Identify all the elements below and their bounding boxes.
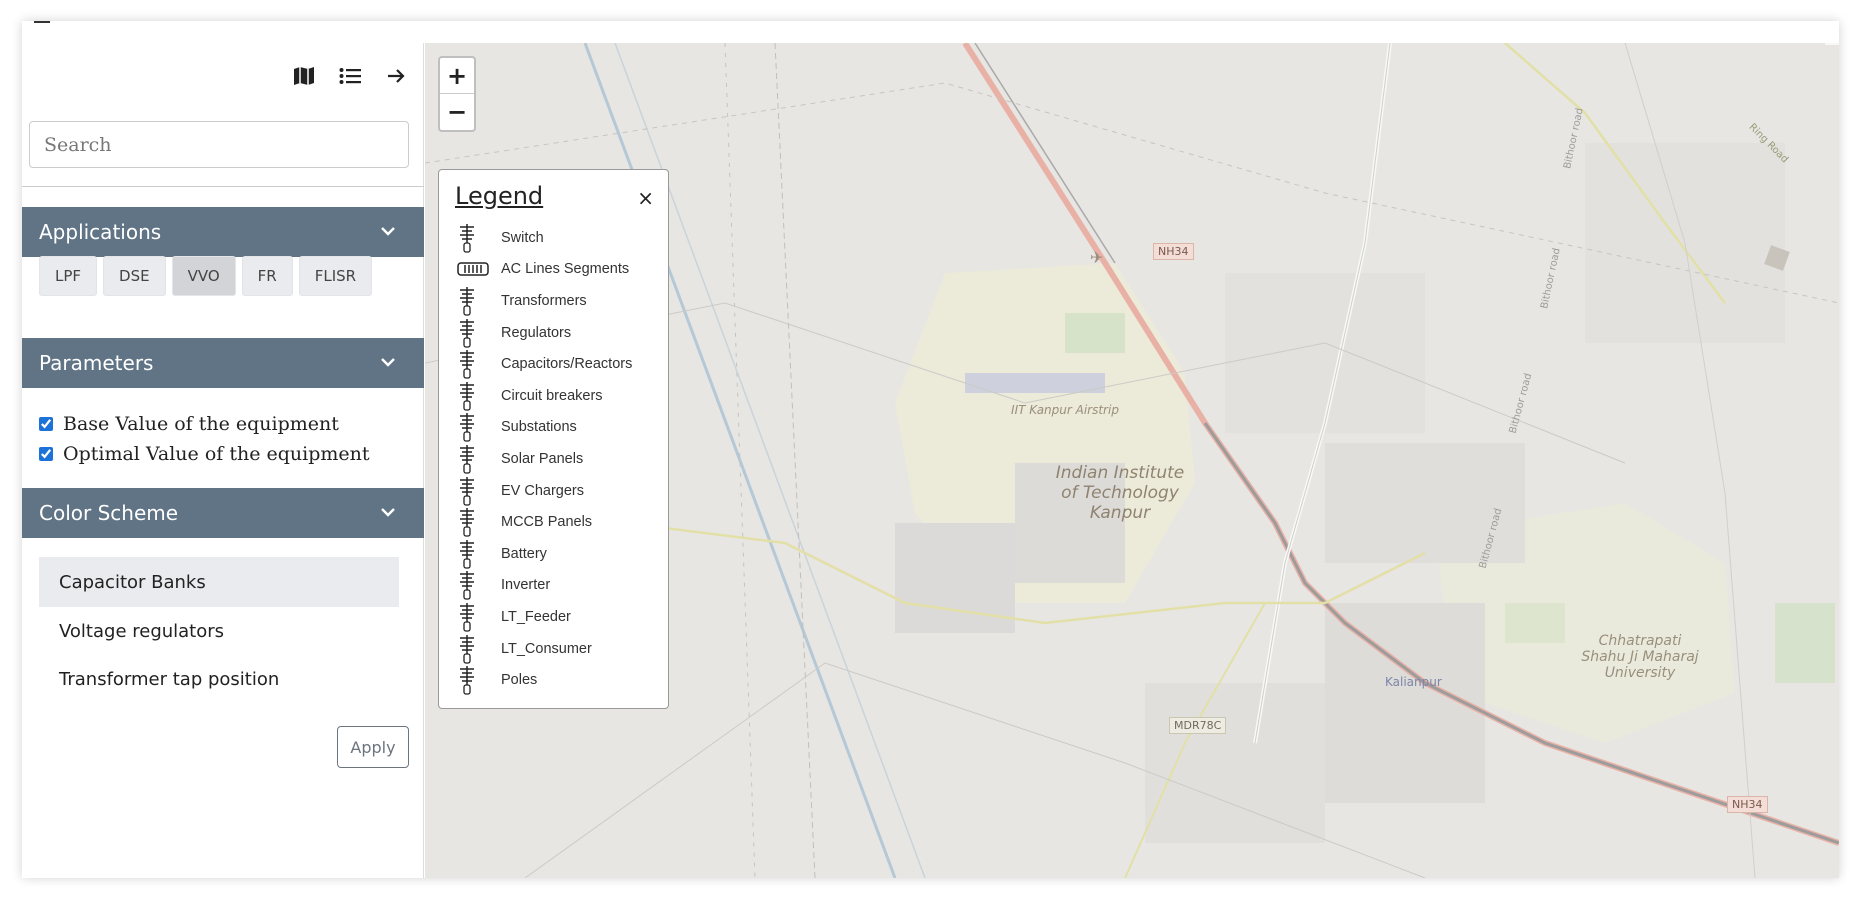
sidebar: Applications LPF DSE VVO FR FLISR Parame…	[22, 43, 424, 878]
legend-item-label: Switch	[501, 229, 544, 246]
legend-item: Switch	[453, 222, 632, 254]
legend-item: Capacitors/Reactors	[453, 348, 632, 380]
chevron-down-icon	[381, 358, 395, 367]
chevron-down-icon	[381, 227, 395, 236]
map-label-iit: Indian Institute of Technology Kanpur	[1055, 463, 1185, 523]
legend-item-label: LT_Consumer	[501, 640, 592, 657]
base-value-checkbox[interactable]	[39, 417, 53, 431]
pole-icon	[453, 665, 501, 695]
zoom-out-button[interactable]: −	[440, 94, 474, 130]
color-scheme-capacitor-banks[interactable]: Capacitor Banks	[39, 557, 399, 607]
legend-item: Solar Panels	[453, 443, 632, 475]
legend-item-label: Poles	[501, 672, 538, 689]
sidebar-toolbar	[291, 65, 409, 87]
legend-item: Inverter	[453, 570, 632, 602]
color-scheme-voltage-regulators[interactable]: Voltage regulators	[39, 606, 399, 656]
legend-panel: Legend × Switch AC Lines Segments Transf…	[438, 169, 669, 709]
solar-panel-icon	[453, 444, 501, 474]
legend-item-label: EV Chargers	[501, 482, 585, 499]
lt-consumer-icon	[453, 634, 501, 664]
zoom-control: + −	[438, 56, 476, 132]
legend-item-label: AC Lines Segments	[501, 261, 630, 278]
divider	[22, 186, 424, 187]
applications-header[interactable]: Applications	[22, 207, 424, 257]
legend-item-label: Battery	[501, 545, 547, 562]
color-scheme-header[interactable]: Color Scheme	[22, 488, 424, 538]
legend-item: Poles	[453, 664, 632, 696]
legend-item: Substations	[453, 412, 632, 444]
app-window: Applications LPF DSE VVO FR FLISR Parame…	[22, 21, 1839, 878]
legend-item-label: Circuit breakers	[501, 387, 603, 404]
capacitor-icon	[453, 349, 501, 379]
legend-item: AC Lines Segments	[453, 254, 632, 286]
legend-item-label: Transformers	[501, 292, 587, 309]
legend-item-label: Solar Panels	[501, 450, 584, 467]
map-icon[interactable]	[291, 65, 317, 87]
map-view[interactable]: ✈ IIT Kanpur Airstrip Indian Institute o…	[425, 43, 1839, 878]
line-segment-icon	[453, 254, 501, 284]
legend-list: Switch AC Lines Segments Transformers Re…	[453, 222, 632, 696]
legend-item: LT_Feeder	[453, 601, 632, 633]
transformer-icon	[453, 286, 501, 316]
legend-item-label: Substations	[501, 419, 577, 436]
app-button-lpf[interactable]: LPF	[39, 256, 98, 296]
legend-item: Circuit breakers	[453, 380, 632, 412]
search-input[interactable]	[29, 121, 409, 168]
parameters-header[interactable]: Parameters	[22, 338, 424, 388]
param-optimal-value[interactable]: Optimal Value of the equipment	[39, 443, 370, 465]
applications-title: Applications	[39, 220, 162, 244]
map-shield-mdr: MDR78C	[1169, 717, 1227, 734]
legend-title: Legend	[455, 182, 544, 210]
color-scheme-title: Color Scheme	[39, 501, 179, 525]
airport-icon: ✈	[1090, 248, 1104, 267]
legend-item-label: MCCB Panels	[501, 514, 593, 531]
battery-icon	[453, 539, 501, 569]
legend-item-label: Regulators	[501, 324, 572, 341]
app-button-dse[interactable]: DSE	[103, 256, 166, 296]
map-shield-nh34: NH34	[1153, 243, 1194, 260]
legend-item: Regulators	[453, 317, 632, 349]
parameters-title: Parameters	[39, 351, 154, 375]
app-button-fr[interactable]: FR	[241, 256, 293, 296]
inverter-icon	[453, 570, 501, 600]
map-label-station: Kalianpur	[1385, 675, 1442, 689]
map-label-airstrip: IIT Kanpur Airstrip	[1011, 403, 1119, 417]
map-shield-nh34: NH34	[1727, 796, 1768, 813]
circuit-breaker-icon	[453, 381, 501, 411]
top-bar	[22, 21, 1839, 43]
legend-item-label: Inverter	[501, 577, 551, 594]
base-value-label: Base Value of the equipment	[63, 413, 339, 435]
legend-item: Battery	[453, 538, 632, 570]
app-button-vvo[interactable]: VVO	[171, 256, 236, 296]
list-icon[interactable]	[337, 65, 363, 87]
param-base-value[interactable]: Base Value of the equipment	[39, 413, 339, 435]
regulator-icon	[453, 318, 501, 348]
application-buttons: LPF DSE VVO FR FLISR	[39, 256, 373, 296]
mccb-panel-icon	[453, 507, 501, 537]
lt-feeder-icon	[453, 602, 501, 632]
apply-button[interactable]: Apply	[337, 726, 409, 768]
substation-icon	[453, 412, 501, 443]
switch-icon	[453, 223, 501, 253]
map-label-university: Chhatrapati Shahu Ji Maharaj University	[1581, 633, 1699, 681]
close-icon[interactable]: ×	[637, 186, 654, 210]
legend-item: Transformers	[453, 285, 632, 317]
color-scheme-transformer-tap[interactable]: Transformer tap position	[39, 654, 399, 704]
zoom-in-button[interactable]: +	[440, 58, 474, 94]
legend-item-label: Capacitors/Reactors	[501, 356, 633, 373]
legend-item: LT_Consumer	[453, 633, 632, 665]
legend-item: EV Chargers	[453, 475, 632, 507]
chevron-down-icon	[381, 508, 395, 517]
menu-icon[interactable]	[34, 21, 50, 23]
arrow-right-icon[interactable]	[383, 65, 409, 87]
app-button-flisr[interactable]: FLISR	[298, 256, 373, 296]
legend-item: MCCB Panels	[453, 506, 632, 538]
legend-item-label: LT_Feeder	[501, 608, 571, 625]
optimal-value-label: Optimal Value of the equipment	[63, 443, 370, 465]
optimal-value-checkbox[interactable]	[39, 447, 53, 461]
ev-charger-icon	[453, 476, 501, 506]
